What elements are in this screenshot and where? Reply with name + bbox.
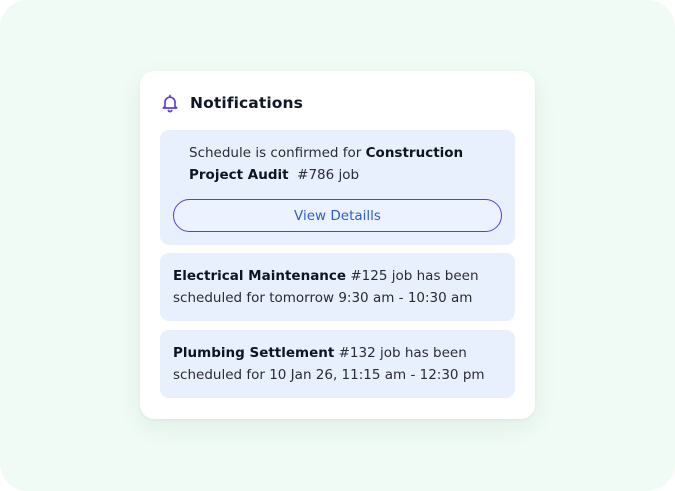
notifications-panel: Notifications Schedule is confirmed for … (140, 71, 535, 419)
panel-title: Notifications (190, 94, 303, 112)
notification-item: Plumbing Settlement #132 job has been sc… (160, 330, 515, 398)
job-name: Electrical Maintenance (173, 268, 347, 284)
notification-message: Schedule is confirmed for Construction P… (189, 145, 464, 183)
notification-message: Plumbing Settlement #132 job has been sc… (173, 345, 485, 383)
job-name: Plumbing Settlement (173, 345, 335, 361)
notification-message: Electrical Maintenance #125 job has been… (173, 268, 479, 306)
notification-item: Schedule is confirmed for Construction P… (160, 130, 515, 245)
view-details-button[interactable]: View Detaills (173, 199, 502, 232)
notification-item: Electrical Maintenance #125 job has been… (160, 253, 515, 321)
bell-icon[interactable] (160, 93, 180, 113)
panel-header: Notifications (160, 91, 303, 115)
